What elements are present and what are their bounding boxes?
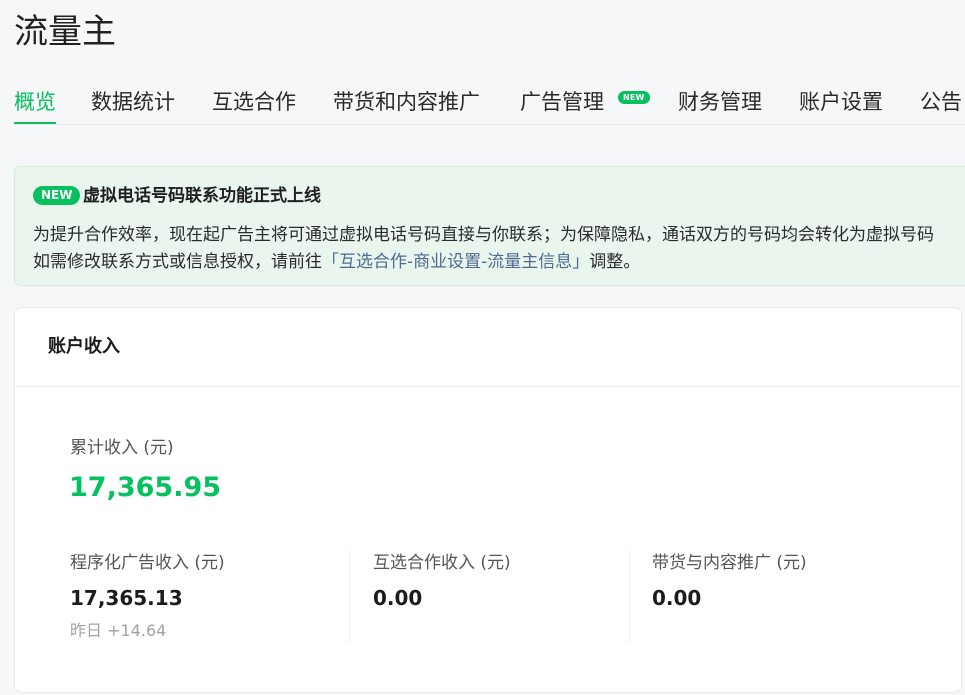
notice-title: 虚拟电话号码联系功能正式上线: [83, 186, 321, 206]
metric-label: 互选合作收入 (元): [373, 553, 511, 573]
tab-data-statistics[interactable]: 数据统计: [91, 84, 175, 124]
card-header: 账户收入: [15, 308, 961, 387]
notice-text: 为提升合作效率，现在起广告主将可通过虚拟电话号码直接与你联系；为保障隐私，通话双…: [33, 225, 934, 245]
total-income-label: 累计收入 (元): [70, 438, 174, 458]
goods-content-promotion-income: 带货与内容推广 (元) 0.00: [629, 551, 910, 643]
metric-label: 带货与内容推广 (元): [652, 553, 807, 573]
metric-value: 0.00: [373, 586, 423, 610]
tab-announcements[interactable]: 公告: [920, 84, 962, 124]
tab-goods-content-promotion[interactable]: 带货和内容推广: [333, 84, 480, 124]
tab-finance-management[interactable]: 财务管理: [678, 84, 762, 124]
business-settings-link[interactable]: 「互选合作-商业设置-流量主信息」: [322, 252, 589, 272]
notice-banner: NEW 虚拟电话号码联系功能正式上线 为提升合作效率，现在起广告主将可通过虚拟电…: [14, 166, 965, 286]
account-income-card: 账户收入 累计收入 (元) 17,365.95 程序化广告收入 (元) 17,3…: [14, 307, 962, 693]
mutual-cooperation-income: 互选合作收入 (元) 0.00: [349, 551, 630, 643]
metric-label: 程序化广告收入 (元): [70, 553, 225, 573]
notice-text-suffix: 调整。: [589, 252, 641, 272]
yesterday-change: 昨日 +14.64: [70, 621, 167, 640]
tab-ad-management[interactable]: 广告管理: [520, 84, 604, 124]
new-badge: NEW: [618, 91, 650, 104]
notice-new-badge: NEW: [33, 186, 81, 205]
tab-mutual-cooperation[interactable]: 互选合作: [212, 84, 296, 124]
card-title: 账户收入: [48, 336, 120, 357]
metric-value: 0.00: [652, 586, 702, 610]
total-income-value: 17,365.95: [69, 472, 222, 503]
tab-account-settings[interactable]: 账户设置: [799, 84, 883, 124]
main-tabs: 概览 数据统计 互选合作 带货和内容推广 广告管理 NEW 财务管理 账户设置 …: [14, 84, 965, 125]
notice-text-prefix: 如需修改联系方式或信息授权，请前往: [33, 252, 322, 272]
programmatic-ad-income: 程序化广告收入 (元) 17,365.13 昨日 +14.64: [70, 551, 350, 643]
page-title: 流量主: [14, 12, 116, 52]
notice-text-2: 如需修改联系方式或信息授权，请前往「互选合作-商业设置-流量主信息」调整。: [33, 249, 640, 275]
metric-value: 17,365.13: [70, 586, 183, 610]
tab-overview[interactable]: 概览: [14, 84, 56, 124]
